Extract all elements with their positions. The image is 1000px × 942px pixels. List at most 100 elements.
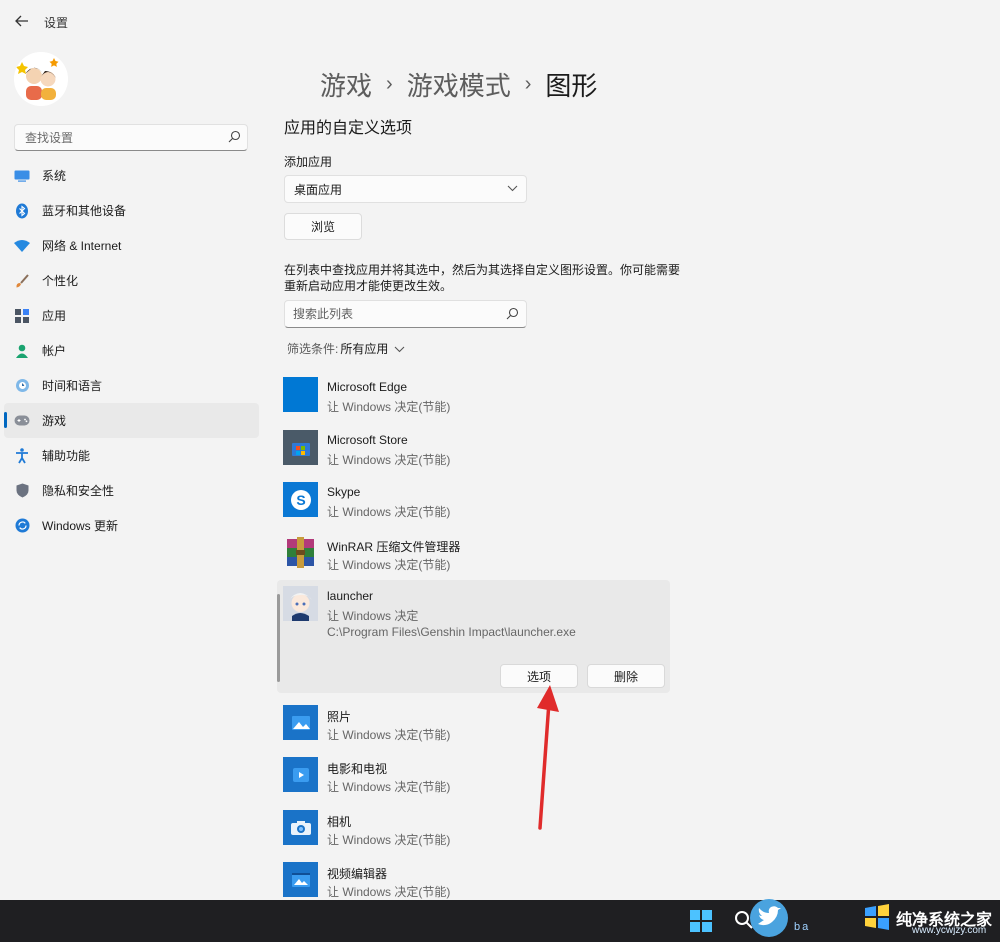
list-search[interactable] — [284, 300, 527, 328]
sidebar-item-time-language[interactable]: 时间和语言 — [4, 368, 259, 403]
avatar-image — [14, 52, 68, 106]
add-app-label: 添加应用 — [284, 155, 333, 169]
app-name: 照片 — [327, 710, 352, 724]
skype-app-icon: S — [283, 482, 318, 517]
delete-button[interactable]: 删除 — [587, 664, 665, 688]
video-editor-app-icon — [283, 862, 318, 897]
bluetooth-icon — [14, 203, 30, 219]
app-type-selected: 桌面应用 — [294, 182, 343, 197]
twitter-bird-watermark-icon — [750, 899, 788, 937]
search-icon[interactable] — [506, 307, 519, 320]
sidebar-item-gaming[interactable]: 游戏 — [4, 403, 259, 438]
settings-search[interactable] — [14, 124, 248, 151]
windows-start-icon[interactable] — [690, 910, 712, 932]
list-item-store[interactable]: Microsoft Store 让 Windows 决定(节能) — [283, 430, 668, 480]
photos-app-icon — [283, 705, 318, 740]
sidebar-item-accessibility[interactable]: 辅助功能 — [4, 438, 259, 473]
movies-tv-app-icon — [283, 757, 318, 792]
section-title: 应用的自定义选项 — [284, 120, 413, 137]
app-title: 设置 — [44, 16, 69, 30]
browse-button[interactable]: 浏览 — [284, 213, 362, 240]
sidebar-item-label: Windows 更新 — [42, 519, 119, 533]
sidebar-item-windows-update[interactable]: Windows 更新 — [4, 508, 259, 543]
sidebar-item-network[interactable]: 网络 & Internet — [4, 228, 259, 263]
search-icon[interactable] — [228, 130, 241, 143]
camera-app-icon — [283, 810, 318, 845]
app-name: WinRAR 压缩文件管理器 — [327, 540, 461, 554]
list-item-movies-tv[interactable]: 电影和电视 让 Windows 决定(节能) — [283, 757, 668, 807]
shield-icon — [14, 483, 30, 499]
globe-clock-icon — [14, 378, 30, 394]
gamepad-icon — [14, 413, 30, 429]
sidebar-item-privacy[interactable]: 隐私和安全性 — [4, 473, 259, 508]
settings-window: 设置 系统 蓝牙和其他设备 网络 & Inte — [0, 0, 1000, 900]
sidebar-item-label: 网络 & Internet — [42, 239, 122, 253]
sidebar-item-label: 系统 — [42, 169, 67, 183]
chevron-down-icon — [507, 185, 518, 192]
sidebar-item-label: 帐户 — [42, 344, 67, 358]
svg-text:S: S — [296, 492, 305, 508]
account-icon — [14, 343, 30, 359]
list-item-edge[interactable]: Microsoft Edge 让 Windows 决定(节能) — [283, 377, 668, 427]
sidebar-item-accounts[interactable]: 帐户 — [4, 333, 259, 368]
accessibility-icon — [14, 447, 30, 464]
list-search-input[interactable] — [285, 301, 500, 327]
filter-label: 筛选条件: — [287, 342, 339, 356]
avatar[interactable] — [14, 52, 68, 106]
app-name: Microsoft Store — [327, 433, 408, 447]
wifi-icon — [14, 238, 30, 254]
edge-app-icon — [283, 377, 318, 412]
sidebar-item-system[interactable]: 系统 — [4, 158, 259, 193]
sidebar-item-apps[interactable]: 应用 — [4, 298, 259, 333]
sidebar-item-label: 个性化 — [42, 274, 79, 288]
app-setting: 让 Windows 决定(节能) — [327, 780, 451, 794]
app-setting: 让 Windows 决定(节能) — [327, 728, 451, 742]
app-name: Skype — [327, 485, 361, 499]
breadcrumb-game-mode[interactable]: 游戏模式 — [407, 66, 511, 103]
store-app-icon — [283, 430, 318, 465]
sidebar-nav: 系统 蓝牙和其他设备 网络 & Internet 个性化 应用 帐户 时间和语言 — [4, 158, 259, 543]
breadcrumb-gaming[interactable]: 游戏 — [320, 66, 372, 103]
taskbar — [0, 900, 1000, 942]
app-type-dropdown[interactable]: 桌面应用 — [284, 175, 527, 203]
sidebar-item-label: 时间和语言 — [42, 379, 103, 393]
update-icon — [14, 518, 30, 534]
list-item-skype[interactable]: S Skype 让 Windows 决定(节能) — [283, 482, 668, 532]
apps-icon — [14, 308, 30, 324]
app-setting: 让 Windows 决定(节能) — [327, 885, 451, 899]
brush-icon — [14, 273, 30, 289]
app-setting: 让 Windows 决定(节能) — [327, 558, 451, 572]
list-item-camera[interactable]: 相机 让 Windows 决定(节能) — [283, 810, 668, 860]
app-setting: 让 Windows 决定(节能) — [327, 400, 451, 414]
sidebar-item-label: 蓝牙和其他设备 — [42, 204, 127, 218]
breadcrumb: 游戏 › 游戏模式 › 图形 — [320, 66, 597, 103]
sidebar-item-personalization[interactable]: 个性化 — [4, 263, 259, 298]
system-icon — [14, 168, 30, 184]
back-button[interactable] — [8, 8, 36, 34]
settings-search-input[interactable] — [15, 125, 220, 150]
description-text: 在列表中查找应用并将其选中，然后为其选择自定义图形设置。你可能需要重新启动应用才… — [284, 263, 681, 293]
app-name: launcher — [327, 589, 374, 603]
watermark-logo-icon — [865, 904, 889, 930]
red-arrow-annotation — [537, 685, 559, 830]
filter-dropdown[interactable]: 筛选条件: 所有应用 — [287, 340, 405, 357]
winrar-app-icon — [283, 535, 318, 570]
app-setting: 让 Windows 决定(节能) — [327, 833, 451, 847]
chevron-down-icon — [394, 346, 405, 352]
title-bar: 设置 — [0, 0, 1000, 42]
list-item-launcher-expanded[interactable]: launcher 让 Windows 决定 C:\Program Files\G… — [277, 580, 670, 693]
watermark-url: www.ycwjzy.com — [912, 925, 987, 936]
app-name: Microsoft Edge — [327, 380, 408, 394]
chevron-right-icon: › — [386, 73, 393, 95]
filter-value: 所有应用 — [340, 342, 389, 356]
watermark-letters: ba — [794, 921, 811, 933]
list-item-winrar[interactable]: WinRAR 压缩文件管理器 让 Windows 决定(节能) — [283, 535, 668, 585]
back-arrow-icon — [15, 15, 28, 27]
app-setting: 让 Windows 决定(节能) — [327, 453, 451, 467]
sidebar-item-label: 辅助功能 — [42, 449, 91, 463]
sidebar-item-bluetooth[interactable]: 蓝牙和其他设备 — [4, 193, 259, 228]
list-item-photos[interactable]: 照片 让 Windows 决定(节能) — [283, 705, 668, 755]
app-setting: 让 Windows 决定(节能) — [327, 505, 451, 519]
sidebar-item-label: 隐私和安全性 — [42, 484, 115, 498]
app-name: 相机 — [327, 815, 352, 829]
